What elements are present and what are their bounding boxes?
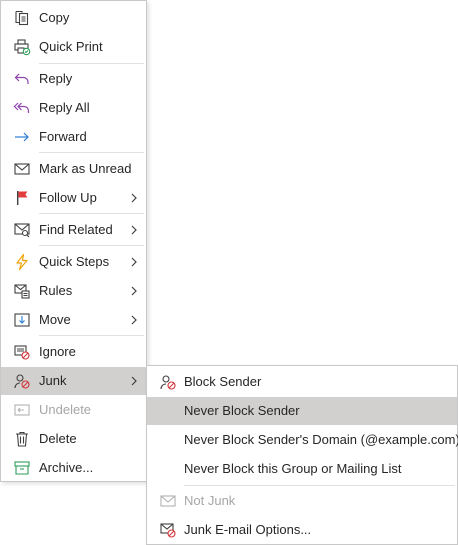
not-junk-icon — [160, 495, 176, 507]
menu-item-label: Never Block this Group or Mailing List — [184, 461, 402, 476]
separator — [39, 335, 144, 336]
chevron-right-icon — [131, 193, 137, 203]
menu-item-archive[interactable]: Archive... — [1, 454, 146, 482]
menu-item-forward[interactable]: Forward — [1, 123, 146, 151]
menu-item-never-block-domain[interactable]: Never Block Sender's Domain (@example.co… — [147, 426, 458, 454]
archive-icon — [14, 461, 30, 475]
junk-submenu: Block Sender Never Block Sender Never Bl… — [146, 365, 458, 545]
forward-icon — [15, 132, 29, 142]
menu-item-move[interactable]: Move — [1, 306, 146, 334]
menu-item-rules[interactable]: Rules — [1, 277, 146, 305]
menu-item-label: Block Sender — [184, 374, 262, 389]
menu-item-find-related[interactable]: Find Related — [1, 216, 146, 244]
find-related-icon — [14, 223, 30, 238]
menu-item-label: Delete — [39, 431, 77, 446]
menu-item-label: Never Block Sender — [184, 403, 300, 418]
rules-icon — [14, 284, 30, 299]
chevron-right-icon — [131, 225, 137, 235]
menu-item-not-junk[interactable]: Not Junk — [147, 487, 457, 515]
menu-item-quick-print[interactable]: Quick Print — [1, 33, 146, 61]
quick-print-icon — [14, 39, 31, 56]
menu-item-follow-up[interactable]: Follow Up — [1, 184, 146, 212]
menu-item-junk-options[interactable]: Junk E-mail Options... — [147, 516, 457, 544]
undelete-icon — [14, 404, 30, 416]
junk-icon — [14, 374, 30, 389]
menu-item-copy[interactable]: Copy — [1, 4, 146, 32]
separator — [39, 245, 144, 246]
context-menu: Copy Quick Print Reply Reply All Forward… — [0, 0, 147, 482]
copy-icon — [15, 10, 29, 26]
menu-item-reply-all[interactable]: Reply All — [1, 94, 146, 122]
menu-item-label: Follow Up — [39, 190, 97, 205]
menu-item-never-block-sender[interactable]: Never Block Sender — [147, 397, 457, 425]
menu-item-label: Rules — [39, 283, 73, 298]
menu-item-label: Copy — [39, 10, 70, 25]
chevron-right-icon — [131, 315, 137, 325]
block-sender-icon — [160, 375, 176, 390]
menu-item-label: Not Junk — [184, 493, 236, 508]
menu-item-label: Junk E-mail Options... — [184, 522, 312, 537]
junk-options-icon — [160, 523, 176, 538]
flag-icon — [17, 191, 28, 205]
mark-unread-icon — [14, 163, 30, 175]
menu-item-delete[interactable]: Delete — [1, 425, 146, 453]
menu-item-quick-steps[interactable]: Quick Steps — [1, 248, 146, 276]
menu-item-label: Ignore — [39, 344, 76, 359]
menu-item-undelete[interactable]: Undelete — [1, 396, 146, 424]
separator — [39, 213, 144, 214]
menu-item-label: Reply All — [39, 100, 90, 115]
menu-item-label: Find Related — [39, 222, 113, 237]
move-icon — [14, 313, 30, 327]
menu-item-mark-unread[interactable]: Mark as Unread — [1, 155, 146, 183]
menu-item-reply[interactable]: Reply — [1, 65, 146, 93]
chevron-right-icon — [131, 376, 137, 386]
menu-item-label: Never Block Sender's Domain (@example.co… — [184, 432, 458, 447]
reply-all-icon — [13, 102, 30, 113]
menu-item-label: Undelete — [39, 402, 92, 417]
menu-item-label: Junk — [39, 373, 67, 388]
menu-item-label: Quick Print — [39, 39, 103, 54]
chevron-right-icon — [131, 286, 137, 296]
separator — [39, 152, 144, 153]
reply-icon — [14, 73, 29, 84]
menu-item-label: Archive... — [39, 460, 94, 475]
separator — [184, 485, 455, 486]
menu-item-label: Move — [39, 312, 71, 327]
menu-item-label: Reply — [39, 71, 73, 86]
menu-item-never-block-group[interactable]: Never Block this Group or Mailing List — [147, 455, 457, 483]
menu-item-ignore[interactable]: Ignore — [1, 338, 146, 366]
menu-item-junk[interactable]: Junk — [1, 367, 146, 395]
chevron-right-icon — [131, 257, 137, 267]
menu-item-block-sender[interactable]: Block Sender — [147, 368, 457, 396]
ignore-icon — [14, 345, 30, 360]
delete-icon — [16, 431, 28, 447]
menu-item-label: Quick Steps — [39, 254, 110, 269]
separator — [39, 63, 144, 64]
lightning-icon — [16, 253, 28, 271]
menu-item-label: Mark as Unread — [39, 161, 132, 176]
menu-item-label: Forward — [39, 129, 87, 144]
